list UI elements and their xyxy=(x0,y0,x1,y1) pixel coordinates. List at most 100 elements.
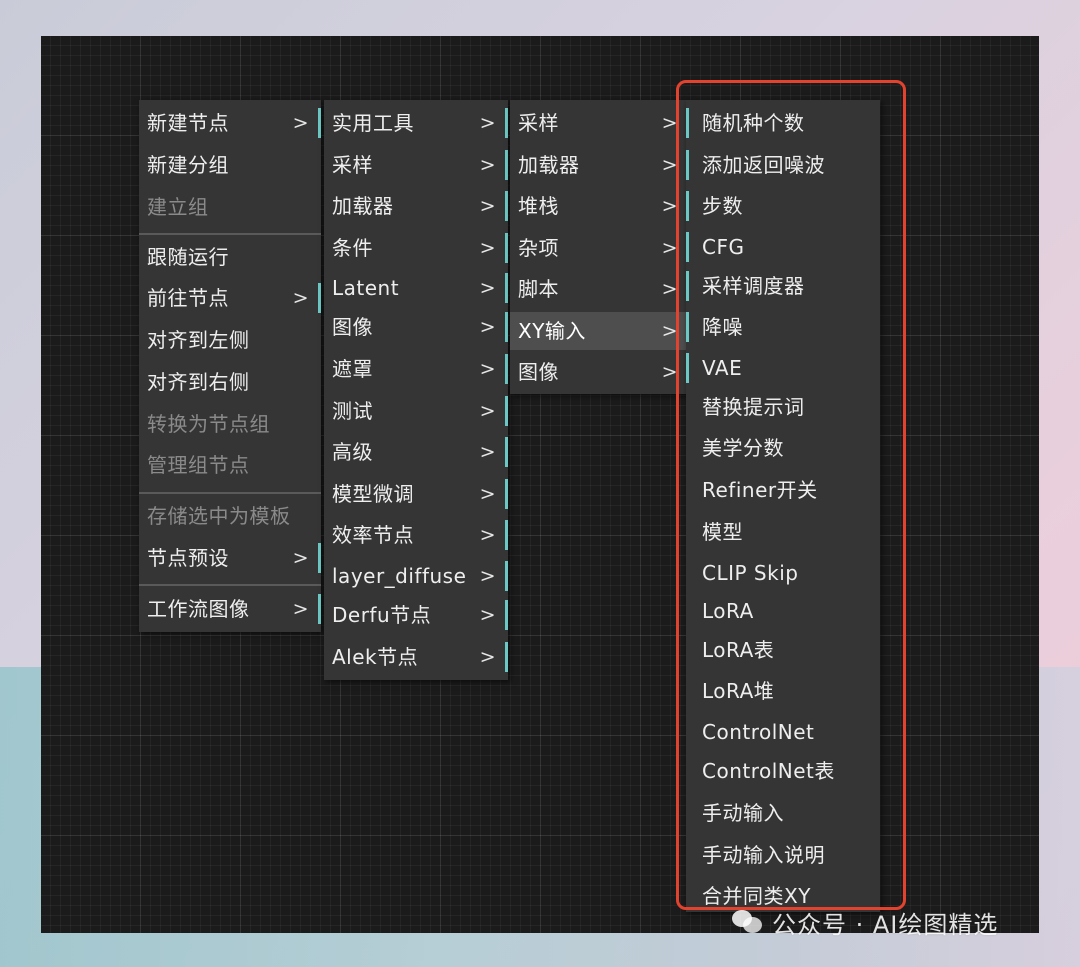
wechat-icon xyxy=(732,908,764,936)
menu-item-model-finetune[interactable]: 模型微调 > xyxy=(324,475,508,513)
menu-item-new-node[interactable]: 新建节点 > xyxy=(139,104,321,142)
menu-item-label: 节点预设 xyxy=(147,546,229,570)
menu-item-alek-nodes[interactable]: Alek节点 > xyxy=(324,638,508,676)
menu-item-label: 跟随运行 xyxy=(147,245,229,269)
submenu-indicator xyxy=(505,561,508,591)
menu-item-label: 存储选中为模板 xyxy=(147,504,291,528)
menu-item-efficiency-nodes[interactable]: 效率节点 > xyxy=(324,516,508,554)
menu-item-scripts[interactable]: 脚本 > xyxy=(510,270,690,308)
menu-item-label: 图像 xyxy=(518,360,559,384)
menu-item-convert-to-group-node: 转换为节点组 xyxy=(139,405,321,443)
menu-item-latent[interactable]: Latent > xyxy=(324,269,508,307)
menu-item-label: 测试 xyxy=(332,399,373,423)
submenu-arrow-icon: > xyxy=(479,358,496,380)
menu-item-stack[interactable]: 堆栈 > xyxy=(510,187,690,225)
menu-item-conditioning[interactable]: 条件 > xyxy=(324,229,508,267)
menu-item-label: layer_diffuse xyxy=(332,564,467,588)
menu-item-label: 加载器 xyxy=(518,153,580,177)
menu-item-workflow-image[interactable]: 工作流图像 > xyxy=(139,590,321,628)
menu-item-new-group[interactable]: 新建分组 xyxy=(139,146,321,184)
menu-item-testing[interactable]: 测试 > xyxy=(324,392,508,430)
submenu-indicator xyxy=(505,437,508,467)
submenu-indicator xyxy=(505,642,508,672)
submenu-arrow-icon: > xyxy=(479,400,496,422)
menu-separator xyxy=(139,584,321,586)
menu-item-xy-input[interactable]: XY输入 > xyxy=(510,312,690,350)
submenu-indicator xyxy=(505,600,508,630)
menu-item-label: 图像 xyxy=(332,315,373,339)
menu-item-label: 效率节点 xyxy=(332,523,414,547)
submenu-arrow-icon: > xyxy=(292,598,309,620)
context-menu-main: 新建节点 > 新建分组 建立组 跟随运行 前往节点 > 对齐到左侧 对齐到右侧 … xyxy=(139,100,321,632)
menu-item-label: 新建节点 xyxy=(147,111,229,135)
submenu-arrow-icon: > xyxy=(479,154,496,176)
submenu-arrow-icon: > xyxy=(479,604,496,626)
submenu-arrow-icon: > xyxy=(479,316,496,338)
menu-item-label: 管理组节点 xyxy=(147,453,250,477)
highlight-annotation-box xyxy=(676,80,906,910)
menu-item-layer-diffuse[interactable]: layer_diffuse > xyxy=(324,557,508,595)
menu-item-label: Alek节点 xyxy=(332,645,419,669)
submenu-arrow-icon: > xyxy=(479,112,496,134)
submenu-indicator xyxy=(505,312,508,342)
menu-separator xyxy=(139,233,321,235)
submenu-arrow-icon: > xyxy=(479,195,496,217)
menu-item-label: 新建分组 xyxy=(147,153,229,177)
menu-item-label: 转换为节点组 xyxy=(147,412,270,436)
menu-item-label: 建立组 xyxy=(147,195,209,219)
menu-item-derfu-nodes[interactable]: Derfu节点 > xyxy=(324,596,508,634)
submenu-indicator xyxy=(505,396,508,426)
menu-item-label: 采样 xyxy=(518,111,559,135)
submenu-indicator xyxy=(505,108,508,138)
menu-item-label: 采样 xyxy=(332,153,373,177)
submenu-indicator xyxy=(505,150,508,180)
menu-item-label: 实用工具 xyxy=(332,111,414,135)
menu-item-label: 遮罩 xyxy=(332,357,373,381)
submenu-arrow-icon: > xyxy=(479,646,496,668)
menu-item-label: 模型微调 xyxy=(332,482,414,506)
watermark-text: 公众号 · AI绘图精选 xyxy=(772,910,999,939)
submenu-arrow-icon: > xyxy=(479,565,496,587)
menu-item-loaders[interactable]: 加载器 > xyxy=(324,187,508,225)
menu-item-sampling[interactable]: 采样 > xyxy=(510,104,690,142)
menu-item-label: Derfu节点 xyxy=(332,603,432,627)
watermark: 公众号 · AI绘图精选 xyxy=(732,902,998,942)
menu-item-image[interactable]: 图像 > xyxy=(510,353,690,391)
submenu-indicator xyxy=(318,283,321,313)
menu-item-advanced[interactable]: 高级 > xyxy=(324,433,508,471)
menu-item-label: 脚本 xyxy=(518,277,559,301)
menu-item-node-presets[interactable]: 节点预设 > xyxy=(139,539,321,577)
menu-item-label: XY输入 xyxy=(518,319,586,343)
submenu-indicator xyxy=(505,520,508,550)
menu-item-label: 杂项 xyxy=(518,236,559,260)
submenu-arrow-icon: > xyxy=(479,524,496,546)
menu-item-label: 堆栈 xyxy=(518,194,559,218)
submenu-indicator xyxy=(505,354,508,384)
menu-item-misc[interactable]: 杂项 > xyxy=(510,229,690,267)
menu-item-follow-run[interactable]: 跟随运行 xyxy=(139,238,321,276)
menu-item-label: 对齐到左侧 xyxy=(147,328,250,352)
menu-item-align-left[interactable]: 对齐到左侧 xyxy=(139,321,321,359)
submenu-indicator xyxy=(505,273,508,303)
menu-item-loaders[interactable]: 加载器 > xyxy=(510,146,690,184)
menu-item-align-right[interactable]: 对齐到右侧 xyxy=(139,363,321,401)
submenu-arrow-icon: > xyxy=(292,547,309,569)
submenu-arrow-icon: > xyxy=(479,237,496,259)
menu-item-utils[interactable]: 实用工具 > xyxy=(324,104,508,142)
menu-item-mask[interactable]: 遮罩 > xyxy=(324,350,508,388)
submenu-indicator xyxy=(318,543,321,573)
menu-item-label: 对齐到右侧 xyxy=(147,370,250,394)
menu-item-create-group: 建立组 xyxy=(139,188,321,226)
menu-item-go-to-node[interactable]: 前往节点 > xyxy=(139,279,321,317)
menu-item-label: 条件 xyxy=(332,236,373,260)
menu-item-label: Latent xyxy=(332,276,400,300)
submenu-arrow-icon: > xyxy=(479,277,496,299)
submenu-arrow-icon: > xyxy=(292,287,309,309)
menu-item-sampling[interactable]: 采样 > xyxy=(324,146,508,184)
submenu-arrow-icon: > xyxy=(479,483,496,505)
menu-item-label: 加载器 xyxy=(332,194,394,218)
submenu-indicator xyxy=(318,594,321,624)
submenu-indicator xyxy=(505,191,508,221)
submenu-indicator xyxy=(318,108,321,138)
menu-item-image[interactable]: 图像 > xyxy=(324,308,508,346)
